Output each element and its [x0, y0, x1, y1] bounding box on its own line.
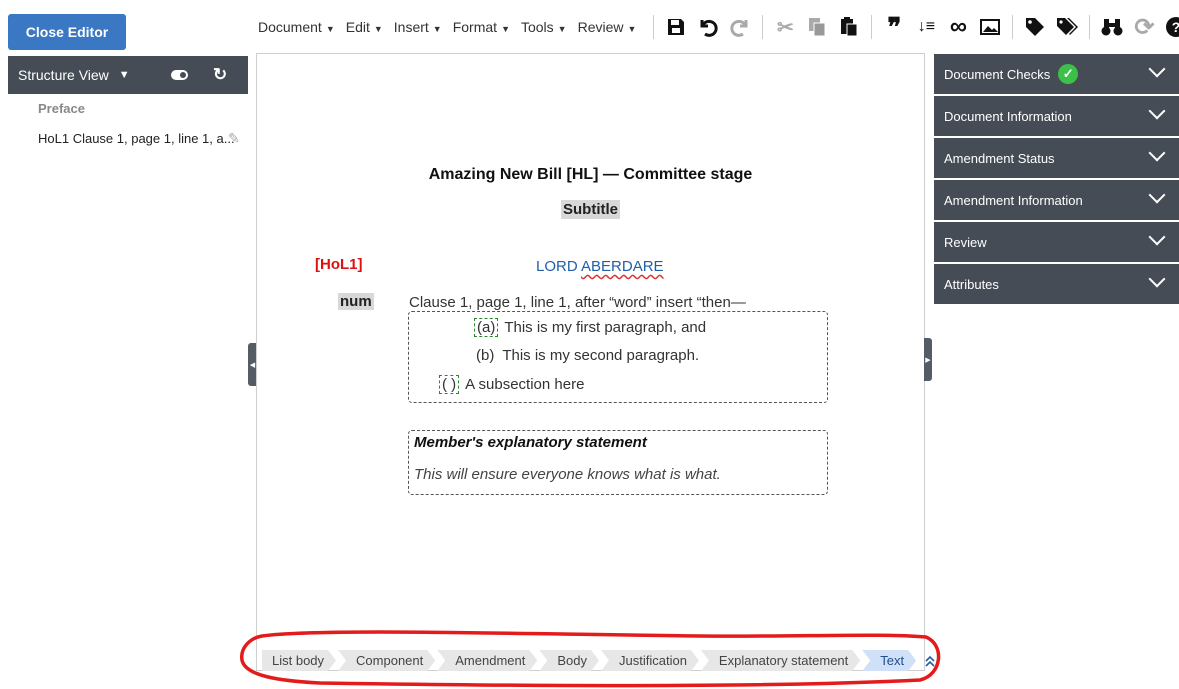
panel-label: Amendment Status: [944, 150, 1055, 166]
paragraph-marker[interactable]: (a): [474, 318, 499, 337]
tags-icon[interactable]: [1051, 12, 1083, 42]
toolbar-divider: [653, 15, 655, 39]
statement-body[interactable]: This will ensure everyone knows what is …: [414, 466, 721, 483]
subsection[interactable]: ( ) A subsection here: [439, 375, 584, 394]
caret-down-icon: ▼: [501, 24, 510, 34]
image-icon[interactable]: [974, 12, 1006, 42]
refresh-icon[interactable]: ⟳: [1128, 12, 1160, 42]
paragraph-text: This is my second paragraph.: [502, 347, 700, 364]
refresh-icon[interactable]: ↻: [213, 65, 227, 85]
breadcrumb-text[interactable]: Text: [862, 650, 916, 671]
collapse-right-panel-handle[interactable]: ▶: [924, 338, 932, 381]
panel-label: Document Information: [944, 108, 1072, 124]
close-editor-button[interactable]: Close Editor: [8, 14, 126, 50]
toolbar-divider: [1012, 15, 1014, 39]
toolbar-divider: [762, 15, 764, 39]
panel-label: Review: [944, 234, 987, 250]
breadcrumb-amendment[interactable]: Amendment: [437, 650, 537, 671]
amendment-tag[interactable]: [HoL1]: [315, 256, 363, 273]
checkmark-icon: ✓: [1058, 64, 1079, 84]
sort-icon[interactable]: ↓≡: [910, 12, 942, 42]
caret-down-icon: ▼: [557, 24, 567, 34]
chevron-down-icon[interactable]: [1148, 228, 1166, 246]
copy-icon[interactable]: [801, 12, 833, 42]
subsection-marker[interactable]: ( ): [439, 375, 460, 394]
breadcrumb-explanatory-statement[interactable]: Explanatory statement: [701, 650, 860, 671]
sponsor-name[interactable]: LORD ABERDARE: [536, 258, 664, 275]
menu-tools[interactable]: Tools ▼: [521, 19, 567, 35]
tree-item-hol1[interactable]: HoL1 Clause 1, page 1, line 1, a... ✎: [38, 130, 248, 147]
sponsor-title: LORD: [536, 258, 578, 275]
toolbar-divider: [1089, 15, 1091, 39]
chevron-down-icon[interactable]: [1148, 60, 1166, 78]
toolbar: Document ▼ Edit ▼ Insert ▼ Format ▼ Tools ▼ R…: [258, 12, 1179, 42]
cut-icon[interactable]: ✂: [769, 12, 801, 42]
paragraph-list-box[interactable]: (a) This is my first paragraph, and (b) Th…: [408, 311, 828, 403]
statement-heading: Member's explanatory statement: [414, 434, 647, 451]
svg-text:?: ?: [1172, 19, 1179, 35]
paragraph-marker: (b): [476, 347, 495, 364]
breadcrumb-justification[interactable]: Justification: [601, 650, 699, 671]
caret-down-icon: ▼: [373, 24, 383, 34]
chevron-down-icon[interactable]: [1148, 270, 1166, 288]
document-title: Amazing New Bill [HL] — Committee stage: [428, 166, 753, 183]
toolbar-divider: [871, 15, 873, 39]
paragraph-a[interactable]: (a) This is my first paragraph, and: [474, 318, 706, 337]
panel-amendment-information[interactable]: Amendment Information: [934, 180, 1179, 220]
breadcrumb-body[interactable]: Body: [539, 650, 599, 671]
panel-document-information[interactable]: Document Information: [934, 96, 1179, 136]
chevron-down-icon[interactable]: [1148, 186, 1166, 204]
help-icon[interactable]: ?: [1160, 12, 1179, 42]
tag-icon[interactable]: [1019, 12, 1051, 42]
quote-icon[interactable]: ❞: [878, 12, 910, 42]
panel-review[interactable]: Review: [934, 222, 1179, 262]
caret-down-icon: ▼: [627, 24, 637, 34]
panel-label: Amendment Information: [944, 192, 1083, 208]
redo-icon[interactable]: [724, 12, 756, 42]
menu-edit[interactable]: Edit ▼: [346, 19, 383, 35]
sponsor-surname: ABERDARE: [581, 258, 664, 275]
menu-format[interactable]: Format ▼: [453, 19, 510, 35]
num-field[interactable]: num: [338, 293, 374, 310]
caret-down-icon: ▼: [432, 24, 442, 34]
caret-down-icon: ▼: [325, 24, 335, 34]
find-icon[interactable]: [1096, 12, 1128, 42]
panel-document-checks[interactable]: Document Checks ✓: [934, 54, 1179, 94]
menu-insert[interactable]: Insert ▼: [394, 19, 442, 35]
document-canvas[interactable]: Amazing New Bill [HL] — Committee stage …: [256, 53, 925, 671]
menu-document[interactable]: Document ▼: [258, 19, 335, 35]
paste-icon[interactable]: [833, 12, 865, 42]
document-subtitle[interactable]: Subtitle: [561, 200, 620, 219]
undo-icon[interactable]: [692, 12, 724, 42]
breadcrumb-list-body[interactable]: List body: [262, 650, 336, 671]
panel-label: Document Checks: [944, 66, 1051, 82]
double-chevron-up-icon[interactable]: [924, 650, 936, 671]
chevron-down-icon[interactable]: ▼: [119, 69, 130, 81]
menu-review[interactable]: Review ▼: [578, 19, 637, 35]
tree-item-label: HoL1 Clause 1, page 1, line 1, a...: [38, 131, 235, 146]
panel-label: Attributes: [944, 276, 999, 292]
toggle-icon[interactable]: [171, 70, 188, 80]
chevron-down-icon[interactable]: [1148, 144, 1166, 162]
link-icon[interactable]: ∞: [942, 12, 974, 42]
subsection-text: A subsection here: [465, 376, 585, 393]
panel-attributes[interactable]: Attributes: [934, 264, 1179, 304]
panel-amendment-status[interactable]: Amendment Status: [934, 138, 1179, 178]
breadcrumb-component[interactable]: Component: [338, 650, 435, 671]
breadcrumb: List body Component Amendment Body Justi…: [262, 650, 936, 671]
paragraph-b[interactable]: (b) This is my second paragraph.: [476, 347, 699, 364]
structure-view-header[interactable]: Structure View ▼ ↻: [8, 56, 248, 94]
clause-text[interactable]: Clause 1, page 1, line 1, after “word” i…: [409, 294, 746, 311]
pencil-icon[interactable]: ✎: [228, 130, 240, 147]
structure-view-title: Structure View: [18, 67, 109, 83]
explanatory-statement-box[interactable]: Member's explanatory statement This will…: [408, 430, 828, 495]
tree-item-preface[interactable]: Preface: [38, 101, 85, 116]
paragraph-text: This is my first paragraph, and: [504, 319, 707, 336]
save-icon[interactable]: [660, 12, 692, 42]
chevron-down-icon[interactable]: [1148, 102, 1166, 120]
